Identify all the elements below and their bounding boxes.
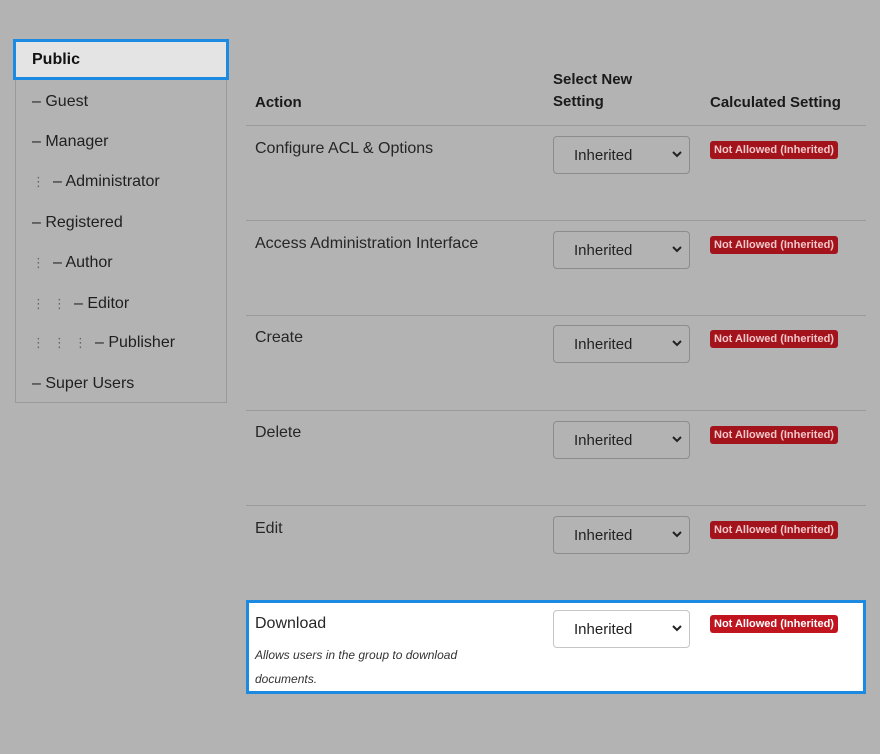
table-row: Access Administration Interface Inherite… xyxy=(246,220,866,314)
status-badge: Not Allowed (Inherited) xyxy=(710,615,838,633)
status-badge: Not Allowed (Inherited) xyxy=(710,330,838,348)
group-item-registered[interactable]: – Registered xyxy=(32,214,123,232)
action-name: Access Administration Interface xyxy=(255,235,479,252)
group-label: – Guest xyxy=(32,93,89,110)
group-label: – Editor xyxy=(74,295,130,312)
setting-select[interactable]: Inherited xyxy=(553,516,690,554)
setting-select[interactable]: Inherited xyxy=(553,136,690,174)
setting-select[interactable]: Inherited xyxy=(553,610,690,648)
header-select-new-setting: Select New Setting xyxy=(553,71,633,110)
chevron-down-icon xyxy=(672,436,682,443)
action-name: Delete xyxy=(255,424,302,441)
group-item-guest[interactable]: – Guest xyxy=(32,93,88,111)
group-list: Public – Guest – Manager ⋮ – Administrat… xyxy=(13,39,229,403)
chevron-down-icon xyxy=(672,531,682,538)
chevron-down-icon xyxy=(672,151,682,158)
group-item-manager[interactable]: – Manager xyxy=(32,133,109,151)
status-badge: Not Allowed (Inherited) xyxy=(710,426,838,444)
setting-select[interactable]: Inherited xyxy=(553,421,690,459)
action-name: Download xyxy=(255,615,327,632)
table-row: Create Inherited Not Allowed (Inherited) xyxy=(246,315,866,409)
group-item-public[interactable]: Public xyxy=(13,39,229,80)
group-label: – Super Users xyxy=(32,375,135,392)
group-item-editor[interactable]: ⋮ ⋮ – Editor xyxy=(32,295,129,313)
depth-marker-icon: ⋮ ⋮ xyxy=(32,296,66,311)
action-description: Allows users in the group to download do… xyxy=(255,648,458,686)
action-name: Create xyxy=(255,329,304,346)
header-calculated-setting: Calculated Setting xyxy=(710,94,841,111)
group-label: – Manager xyxy=(32,133,109,150)
chevron-down-icon xyxy=(672,246,682,253)
table-row: Delete Inherited Not Allowed (Inherited) xyxy=(246,410,866,504)
setting-select[interactable]: Inherited xyxy=(553,231,690,269)
setting-select[interactable]: Inherited xyxy=(553,325,690,363)
permissions-page: Public – Guest – Manager ⋮ – Administrat… xyxy=(0,0,880,754)
action-name: Configure ACL & Options xyxy=(255,140,434,157)
group-label: – Publisher xyxy=(95,334,176,351)
group-label: – Author xyxy=(53,254,113,271)
table-row-download: Download Allows users in the group to do… xyxy=(246,600,866,694)
group-label: – Registered xyxy=(32,214,123,231)
group-item-administrator[interactable]: ⋮ – Administrator xyxy=(32,173,160,191)
chevron-down-icon xyxy=(672,625,682,632)
group-item-publisher[interactable]: ⋮ ⋮ ⋮ – Publisher xyxy=(32,334,175,352)
group-label: – Administrator xyxy=(53,173,160,190)
group-item-super-users[interactable]: – Super Users xyxy=(32,375,134,393)
status-badge: Not Allowed (Inherited) xyxy=(710,521,838,539)
header-action: Action xyxy=(255,94,302,111)
status-badge: Not Allowed (Inherited) xyxy=(710,141,838,159)
table-row: Configure ACL & Options Inherited Not Al… xyxy=(246,125,866,219)
group-item-author[interactable]: ⋮ – Author xyxy=(32,254,113,272)
table-row: Edit Inherited Not Allowed (Inherited) xyxy=(246,505,866,599)
chevron-down-icon xyxy=(672,340,682,347)
depth-marker-icon: ⋮ ⋮ ⋮ xyxy=(32,335,87,350)
status-badge: Not Allowed (Inherited) xyxy=(710,236,838,254)
group-label: Public xyxy=(32,50,81,68)
depth-marker-icon: ⋮ xyxy=(32,174,45,189)
action-name: Edit xyxy=(255,520,283,537)
depth-marker-icon: ⋮ xyxy=(32,255,45,270)
